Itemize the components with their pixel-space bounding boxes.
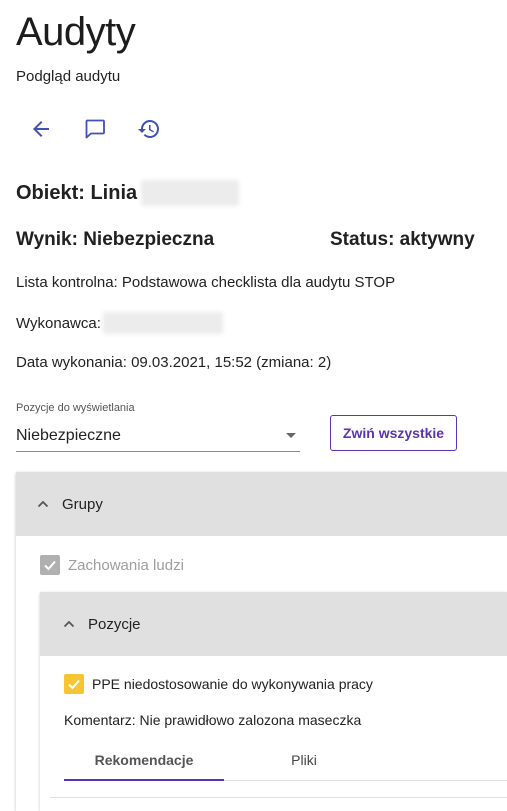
chevron-up-icon <box>63 620 75 628</box>
execution-date-text: Data wykonania: 09.03.2021, 15:52 (zmian… <box>16 354 332 371</box>
groups-header[interactable]: Grupy <box>16 472 507 536</box>
history-icon <box>138 120 159 138</box>
comments-button[interactable] <box>79 114 111 144</box>
group-checkbox-label: Zachowania ludzi <box>68 556 184 574</box>
position-tabs: Rekomendacje Pliki <box>64 739 507 781</box>
divider <box>50 797 507 798</box>
tab-recommendations[interactable]: Rekomendacje <box>64 739 224 781</box>
tab-files[interactable]: Pliki <box>224 739 384 780</box>
status-text: Status: aktywny <box>330 229 475 250</box>
executor-line: Wykonawca: <box>16 312 223 334</box>
group-checkbox[interactable] <box>40 555 60 575</box>
positions-filter: Pozycje do wyświetlania Niebezpieczne <box>16 402 300 452</box>
object-line: Obiekt: Linia <box>16 180 240 206</box>
positions-filter-value: Niebezpieczne <box>16 426 121 444</box>
history-button[interactable] <box>133 114 165 144</box>
check-icon <box>44 560 56 571</box>
comment-icon <box>85 119 105 139</box>
arrow-left-icon <box>33 121 49 137</box>
positions-filter-select[interactable]: Niebezpieczne <box>16 420 300 452</box>
page-subtitle: Podgląd audytu <box>16 68 121 85</box>
groups-panel: Grupy Zachowania ludzi Pozycje PPE niedo… <box>16 472 507 811</box>
executor-label: Wykonawca: <box>16 314 101 332</box>
dropdown-caret-icon <box>286 433 296 438</box>
executor-redacted <box>102 312 223 334</box>
position-checkbox-label: PPE niedostosowanie do wykonywania pracy <box>92 676 373 692</box>
positions-header[interactable]: Pozycje <box>40 592 507 656</box>
toolbar <box>25 114 165 144</box>
groups-title: Grupy <box>62 495 103 513</box>
result-text: Wynik: Niebezpieczna <box>16 229 215 250</box>
positions-title: Pozycje <box>88 615 141 633</box>
position-checkbox-row: PPE niedostosowanie do wykonywania pracy <box>64 674 373 694</box>
positions-filter-label: Pozycje do wyświetlania <box>16 402 135 414</box>
position-comment: Komentarz: Nie prawidłowo zalozona masec… <box>64 712 362 728</box>
chevron-up-icon <box>37 500 49 508</box>
object-label: Obiekt: Linia <box>16 181 138 204</box>
object-redacted <box>141 180 240 206</box>
page-title: Audyty <box>16 10 136 54</box>
positions-panel: Pozycje PPE niedostosowanie do wykonywan… <box>40 592 507 811</box>
position-checkbox[interactable] <box>64 674 84 694</box>
group-checkbox-row: Zachowania ludzi <box>40 555 184 575</box>
collapse-all-button[interactable]: Zwiń wszystkie <box>330 415 457 451</box>
check-icon <box>68 679 80 690</box>
back-button[interactable] <box>25 114 57 144</box>
checklist-text: Lista kontrolna: Podstawowa checklista d… <box>16 274 396 291</box>
